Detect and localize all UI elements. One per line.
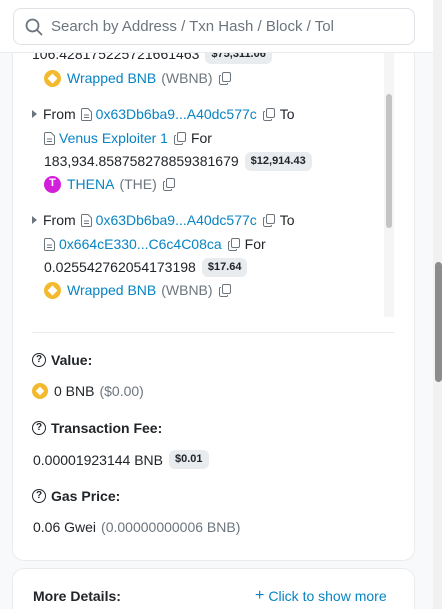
from-label: From (43, 212, 76, 228)
transfer-from-row: From 0x63Db6ba9...A40dc577c To (32, 103, 295, 125)
expand-caret-icon[interactable] (32, 216, 37, 224)
from-address-link[interactable]: 0x63Db6ba9...A40dc577c (96, 106, 257, 122)
contract-document-icon (44, 131, 55, 145)
fee-label-row: ? Transaction Fee: (32, 420, 162, 436)
thena-token-icon (44, 175, 61, 193)
usd-badge: $75,311.06 (205, 53, 272, 64)
gas-label: Gas Price: (51, 488, 121, 504)
value-row: 0 BNB ($0.00) (32, 383, 144, 399)
contract-document-icon (80, 107, 92, 121)
section-divider (32, 332, 394, 333)
token-link[interactable]: Wrapped BNB (67, 282, 156, 298)
to-address-link[interactable]: 0x664cE330...C6c4C08ca (59, 236, 222, 252)
transfer-from-row: From 0x63Db6ba9...A40dc577c To (32, 209, 295, 231)
gas-amount: 0.06 Gwei (33, 519, 97, 535)
copy-icon[interactable] (218, 283, 231, 297)
transfer-to-row: Venus Exploiter 1 For (44, 127, 212, 149)
value-label: Value: (51, 352, 93, 368)
usd-badge: $17.64 (201, 257, 248, 277)
transfers-scrollbar-thumb[interactable] (386, 94, 392, 228)
token-symbol: (WBNB) (161, 282, 213, 298)
from-address-link[interactable]: 0x63Db6ba9...A40dc577c (96, 212, 257, 228)
copy-icon[interactable] (218, 71, 231, 85)
transfer-amount-row: 106.428175225721661463 $75,311.06 (32, 53, 272, 65)
transfer-amount: 106.428175225721661463 (32, 53, 200, 62)
to-label: To (279, 106, 295, 122)
transfer-to-row: 0x664cE330...C6c4C08ca For (44, 233, 266, 255)
fee-usd-badge: $0.01 (169, 450, 209, 469)
show-more-link[interactable]: + Click to show more (255, 587, 387, 605)
copy-icon[interactable] (227, 237, 240, 251)
token-symbol: (THE) (119, 176, 157, 192)
transfer-amount: 183,934.858758278859381679 (44, 153, 239, 169)
value-usd: ($0.00) (99, 383, 144, 399)
search-input[interactable] (51, 18, 411, 35)
transfer-amount-row: 183,934.858758278859381679 $12,914.43 (44, 150, 312, 172)
page-scrollbar-thumb[interactable] (435, 262, 442, 382)
from-label: From (43, 106, 76, 122)
more-details-label: More Details: (33, 588, 121, 604)
token-symbol: (WBNB) (161, 70, 213, 86)
usd-badge: $12,914.43 (244, 151, 312, 171)
contract-document-icon (44, 237, 55, 251)
question-circle-icon[interactable]: ? (32, 353, 46, 367)
search-box[interactable] (13, 8, 415, 45)
fee-row: 0.00001923144 BNB $0.01 (33, 450, 209, 469)
wbnb-token-icon (44, 281, 61, 299)
contract-document-icon (80, 213, 92, 227)
transfer-amount-row: 0.025542762054173198 $17.64 (44, 256, 248, 278)
wbnb-token-icon (44, 69, 61, 87)
to-address-link[interactable]: Venus Exploiter 1 (59, 130, 168, 146)
gas-bnb: (0.00000000006 BNB) (101, 519, 241, 535)
token-transfers-list[interactable]: 106.428175225721661463 $75,311.06 Wrappe… (32, 53, 394, 317)
for-label: For (244, 236, 266, 252)
transfer-token-row: Wrapped BNB (WBNB) (32, 67, 231, 89)
transfer-amount: 0.025542762054173198 (44, 259, 196, 275)
fee-label: Transaction Fee: (51, 420, 163, 436)
copy-icon[interactable] (173, 131, 186, 145)
to-label: To (279, 212, 295, 228)
transfer-token-row: THENA (THE) (32, 173, 175, 195)
question-circle-icon[interactable]: ? (32, 421, 46, 435)
token-link[interactable]: THENA (67, 176, 114, 192)
copy-icon[interactable] (162, 177, 175, 191)
header-bar (0, 0, 442, 53)
copy-icon[interactable] (262, 107, 275, 121)
expand-caret-icon[interactable] (32, 110, 37, 118)
question-circle-icon[interactable]: ? (32, 489, 46, 503)
transfers-scrollbar[interactable] (384, 53, 394, 317)
copy-icon[interactable] (262, 213, 275, 227)
page-scrollbar[interactable] (433, 0, 442, 609)
search-icon (25, 18, 43, 35)
bnb-icon (32, 383, 48, 399)
token-link[interactable]: Wrapped BNB (67, 70, 156, 86)
transfer-token-row: Wrapped BNB (WBNB) (32, 279, 231, 301)
for-label: For (190, 130, 212, 146)
value-amount: 0 BNB (54, 383, 95, 399)
gas-label-row: ? Gas Price: (32, 488, 120, 504)
plus-icon: + (255, 587, 265, 604)
value-label-row: ? Value: (32, 352, 92, 368)
gas-row: 0.06 Gwei (0.00000000006 BNB) (33, 519, 240, 535)
fee-amount: 0.00001923144 BNB (33, 451, 163, 468)
show-more-label: Click to show more (268, 588, 387, 604)
